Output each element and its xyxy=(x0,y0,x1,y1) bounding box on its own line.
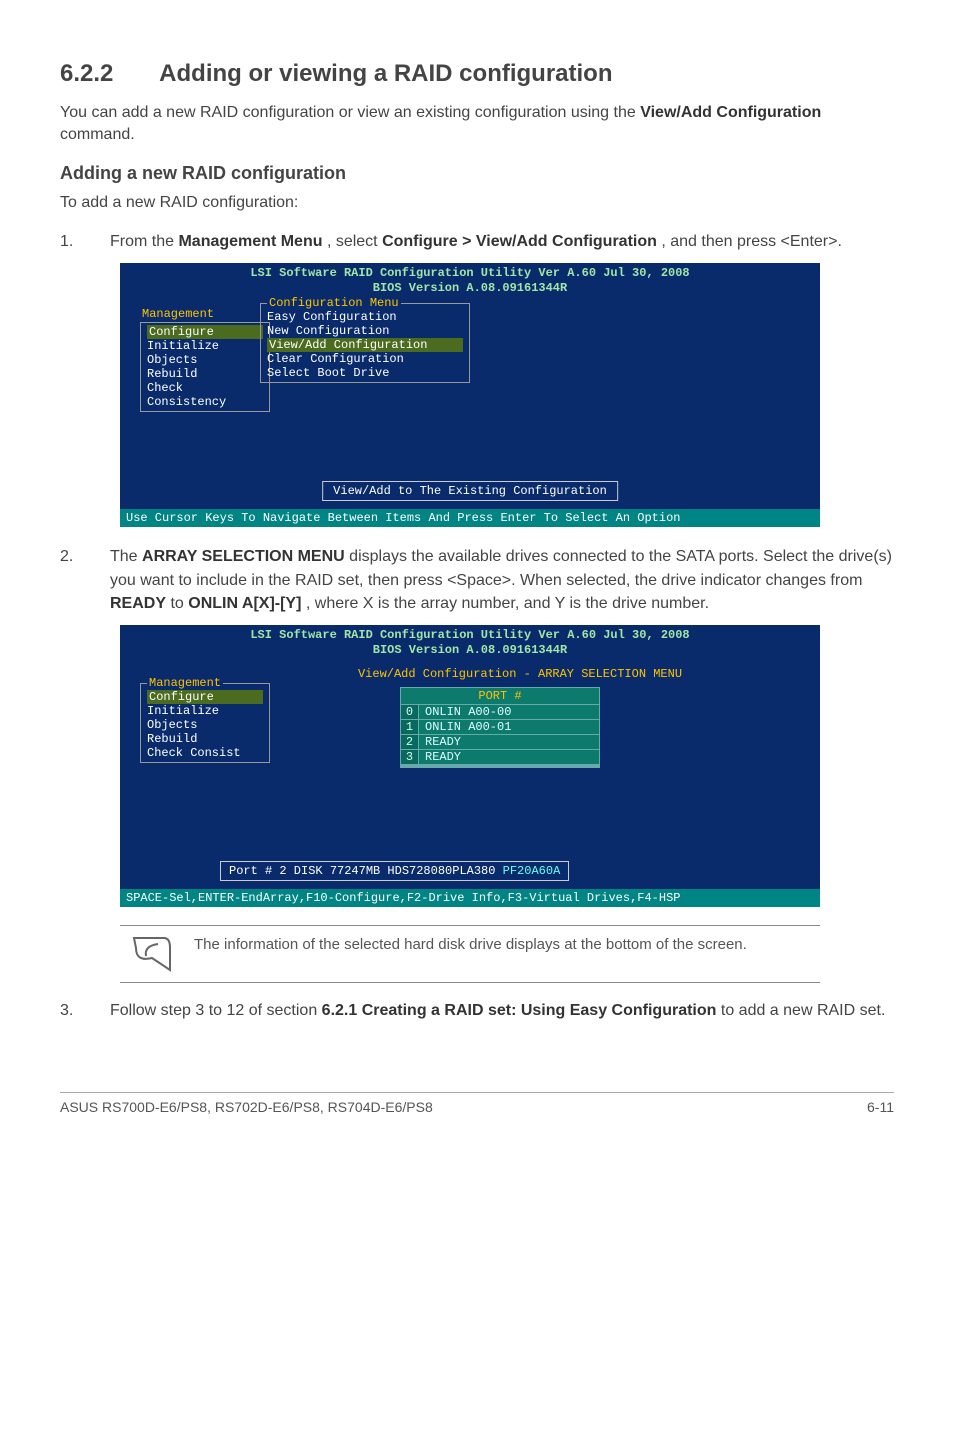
bios1-header-l2: BIOS Version A.08.09161344R xyxy=(120,281,820,296)
bios2-mgmt-item: Objects xyxy=(147,718,263,732)
bios-screenshot-2: LSI Software RAID Configuration Utility … xyxy=(120,625,820,907)
step1-b1: Management Menu xyxy=(178,233,322,250)
bios1-footer: Use Cursor Keys To Navigate Between Item… xyxy=(120,509,820,527)
note-box: The information of the selected hard dis… xyxy=(120,925,820,983)
note-icon xyxy=(130,934,174,974)
step3-text: Follow step 3 to 12 of section 6.2.1 Cre… xyxy=(110,999,894,1022)
bios2-port-val: ONLIN A00-00 xyxy=(419,705,599,720)
bios2-port-val: READY xyxy=(419,750,599,765)
bios2-port-info-suf: PF20A60A xyxy=(503,864,561,878)
bios2-port-idx: 0 xyxy=(401,705,419,720)
step3-post: to add a new RAID set. xyxy=(721,1002,886,1019)
bios2-port-idx: 3 xyxy=(401,750,419,765)
step2-b3: ONLIN A[X]-[Y] xyxy=(188,595,301,612)
step1-text: From the Management Menu , select Config… xyxy=(110,230,894,253)
section-title: Adding or viewing a RAID configuration xyxy=(159,60,612,87)
step2-post: , where X is the array number, and Y is … xyxy=(306,595,709,612)
bios2-mgmt-item: Rebuild xyxy=(147,732,263,746)
bios2-port-row: 0ONLIN A00-00 xyxy=(401,705,599,720)
footer-right: 6-11 xyxy=(867,1099,894,1115)
step1-mid: , select xyxy=(327,233,382,250)
bios1-mgmt-item: Objects xyxy=(147,353,263,367)
bios2-port-header: PORT # xyxy=(401,688,599,705)
bios1-bottom-label: View/Add to The Existing Configuration xyxy=(322,481,618,501)
bios2-header-l2: BIOS Version A.08.09161344R xyxy=(120,643,820,658)
bios2-mgmt-item: Check Consist xyxy=(147,746,263,760)
bios2-port-table: PORT # 0ONLIN A00-00 1ONLIN A00-01 2READ… xyxy=(400,687,600,768)
bios2-port-idx xyxy=(401,766,419,767)
bios1-conf-title-text: Configuration Menu xyxy=(267,296,401,310)
step2-pre: The xyxy=(110,548,142,565)
bios2-mgmt-box: Management Configure Initialize Objects … xyxy=(140,683,270,763)
bios2-port-idx: 1 xyxy=(401,720,419,735)
bios1-conf-item: Select Boot Drive xyxy=(267,366,463,380)
bios2-header: LSI Software RAID Configuration Utility … xyxy=(120,625,820,661)
section-number: 6.2.2 xyxy=(60,60,113,88)
step2-b1: ARRAY SELECTION MENU xyxy=(142,548,345,565)
bios2-port-val xyxy=(419,766,599,767)
bios2-port-row: 2READY xyxy=(401,735,599,750)
bios2-port-info: Port # 2 DISK 77247MB HDS728080PLA380 PF… xyxy=(220,861,569,881)
step2-b2: READY xyxy=(110,595,166,612)
bios1-conf-title: Configuration Menu xyxy=(267,296,463,310)
bios1-mgmt-box: Management Configure Initialize Objects … xyxy=(140,317,270,412)
intro-post: command. xyxy=(60,126,135,143)
bios2-port-row: 3READY xyxy=(401,750,599,765)
intro-paragraph: You can add a new RAID configuration or … xyxy=(60,102,894,147)
step3-b1: 6.2.1 Creating a RAID set: Using Easy Co… xyxy=(322,1002,717,1019)
bios2-header-l1: LSI Software RAID Configuration Utility … xyxy=(120,628,820,643)
step1-b2: Configure > View/Add Configuration xyxy=(382,233,657,250)
bios1-header-l1: LSI Software RAID Configuration Utility … xyxy=(120,266,820,281)
bios1-conf-item: Easy Configuration xyxy=(267,310,463,324)
intro-bold: View/Add Configuration xyxy=(640,104,821,121)
bios2-mgmt-item-configure: Configure xyxy=(147,690,263,704)
bios1-mgmt-frame: Configure Initialize Objects Rebuild Che… xyxy=(140,322,270,412)
step1-pre: From the xyxy=(110,233,178,250)
step1-number: 1. xyxy=(60,230,76,253)
bios2-port-row xyxy=(401,766,599,767)
step3-pre: Follow step 3 to 12 of section xyxy=(110,1002,322,1019)
section-heading: 6.2.2 Adding or viewing a RAID configura… xyxy=(60,60,894,88)
bios2-mgmt-item: Initialize xyxy=(147,704,263,718)
bios-screenshot-1: LSI Software RAID Configuration Utility … xyxy=(120,263,820,527)
bios2-port-val: READY xyxy=(419,735,599,750)
bios2-body: View/Add Configuration - ARRAY SELECTION… xyxy=(120,661,820,889)
bios1-mgmt-title-text: Management xyxy=(140,307,216,321)
bios1-mgmt-item: Rebuild xyxy=(147,367,263,381)
bios2-array-title-text: View/Add Configuration - ARRAY SELECTION… xyxy=(270,667,770,681)
bios2-footer: SPACE-Sel,ENTER-EndArray,F10-Configure,F… xyxy=(120,889,820,907)
bios1-conf-item: Clear Configuration xyxy=(267,352,463,366)
bios1-mgmt-item: Check Consistency xyxy=(147,381,263,409)
intro-pre: You can add a new RAID configuration or … xyxy=(60,104,640,121)
step3-number: 3. xyxy=(60,999,76,1022)
step2-number: 2. xyxy=(60,545,76,615)
step2-mid2: to xyxy=(170,595,188,612)
bios1-body: Management Configure Initialize Objects … xyxy=(120,299,820,509)
bios2-mgmt-title: Management xyxy=(147,676,263,690)
bios1-mgmt-item: Initialize xyxy=(147,339,263,353)
page-footer: ASUS RS700D-E6/PS8, RS702D-E6/PS8, RS704… xyxy=(60,1092,894,1115)
bios1-conf-menu: Configuration Menu Easy Configuration Ne… xyxy=(260,303,470,383)
bios2-mgmt-title-text: Management xyxy=(147,676,223,690)
footer-left: ASUS RS700D-E6/PS8, RS702D-E6/PS8, RS704… xyxy=(60,1099,433,1115)
bios1-mgmt-title: Management xyxy=(140,307,270,321)
step2-text: The ARRAY SELECTION MENU displays the av… xyxy=(110,545,894,615)
bios2-port-val: ONLIN A00-01 xyxy=(419,720,599,735)
bios2-port-row: 1ONLIN A00-01 xyxy=(401,720,599,735)
bios2-port-idx: 2 xyxy=(401,735,419,750)
bios2-port-info-pre: Port # 2 DISK 77247MB HDS728080PLA380 xyxy=(229,864,503,878)
bios1-conf-item: New Configuration xyxy=(267,324,463,338)
sub-heading: Adding a new RAID configuration xyxy=(60,163,894,184)
bios1-mgmt-item-configure: Configure xyxy=(147,325,263,339)
step1-post: , and then press <Enter>. xyxy=(661,233,842,250)
bios2-array-title: View/Add Configuration - ARRAY SELECTION… xyxy=(270,667,770,681)
bios1-conf-item-selected: View/Add Configuration xyxy=(267,338,463,352)
note-text: The information of the selected hard dis… xyxy=(194,934,747,974)
bios1-header: LSI Software RAID Configuration Utility … xyxy=(120,263,820,299)
sub-line: To add a new RAID configuration: xyxy=(60,192,894,214)
